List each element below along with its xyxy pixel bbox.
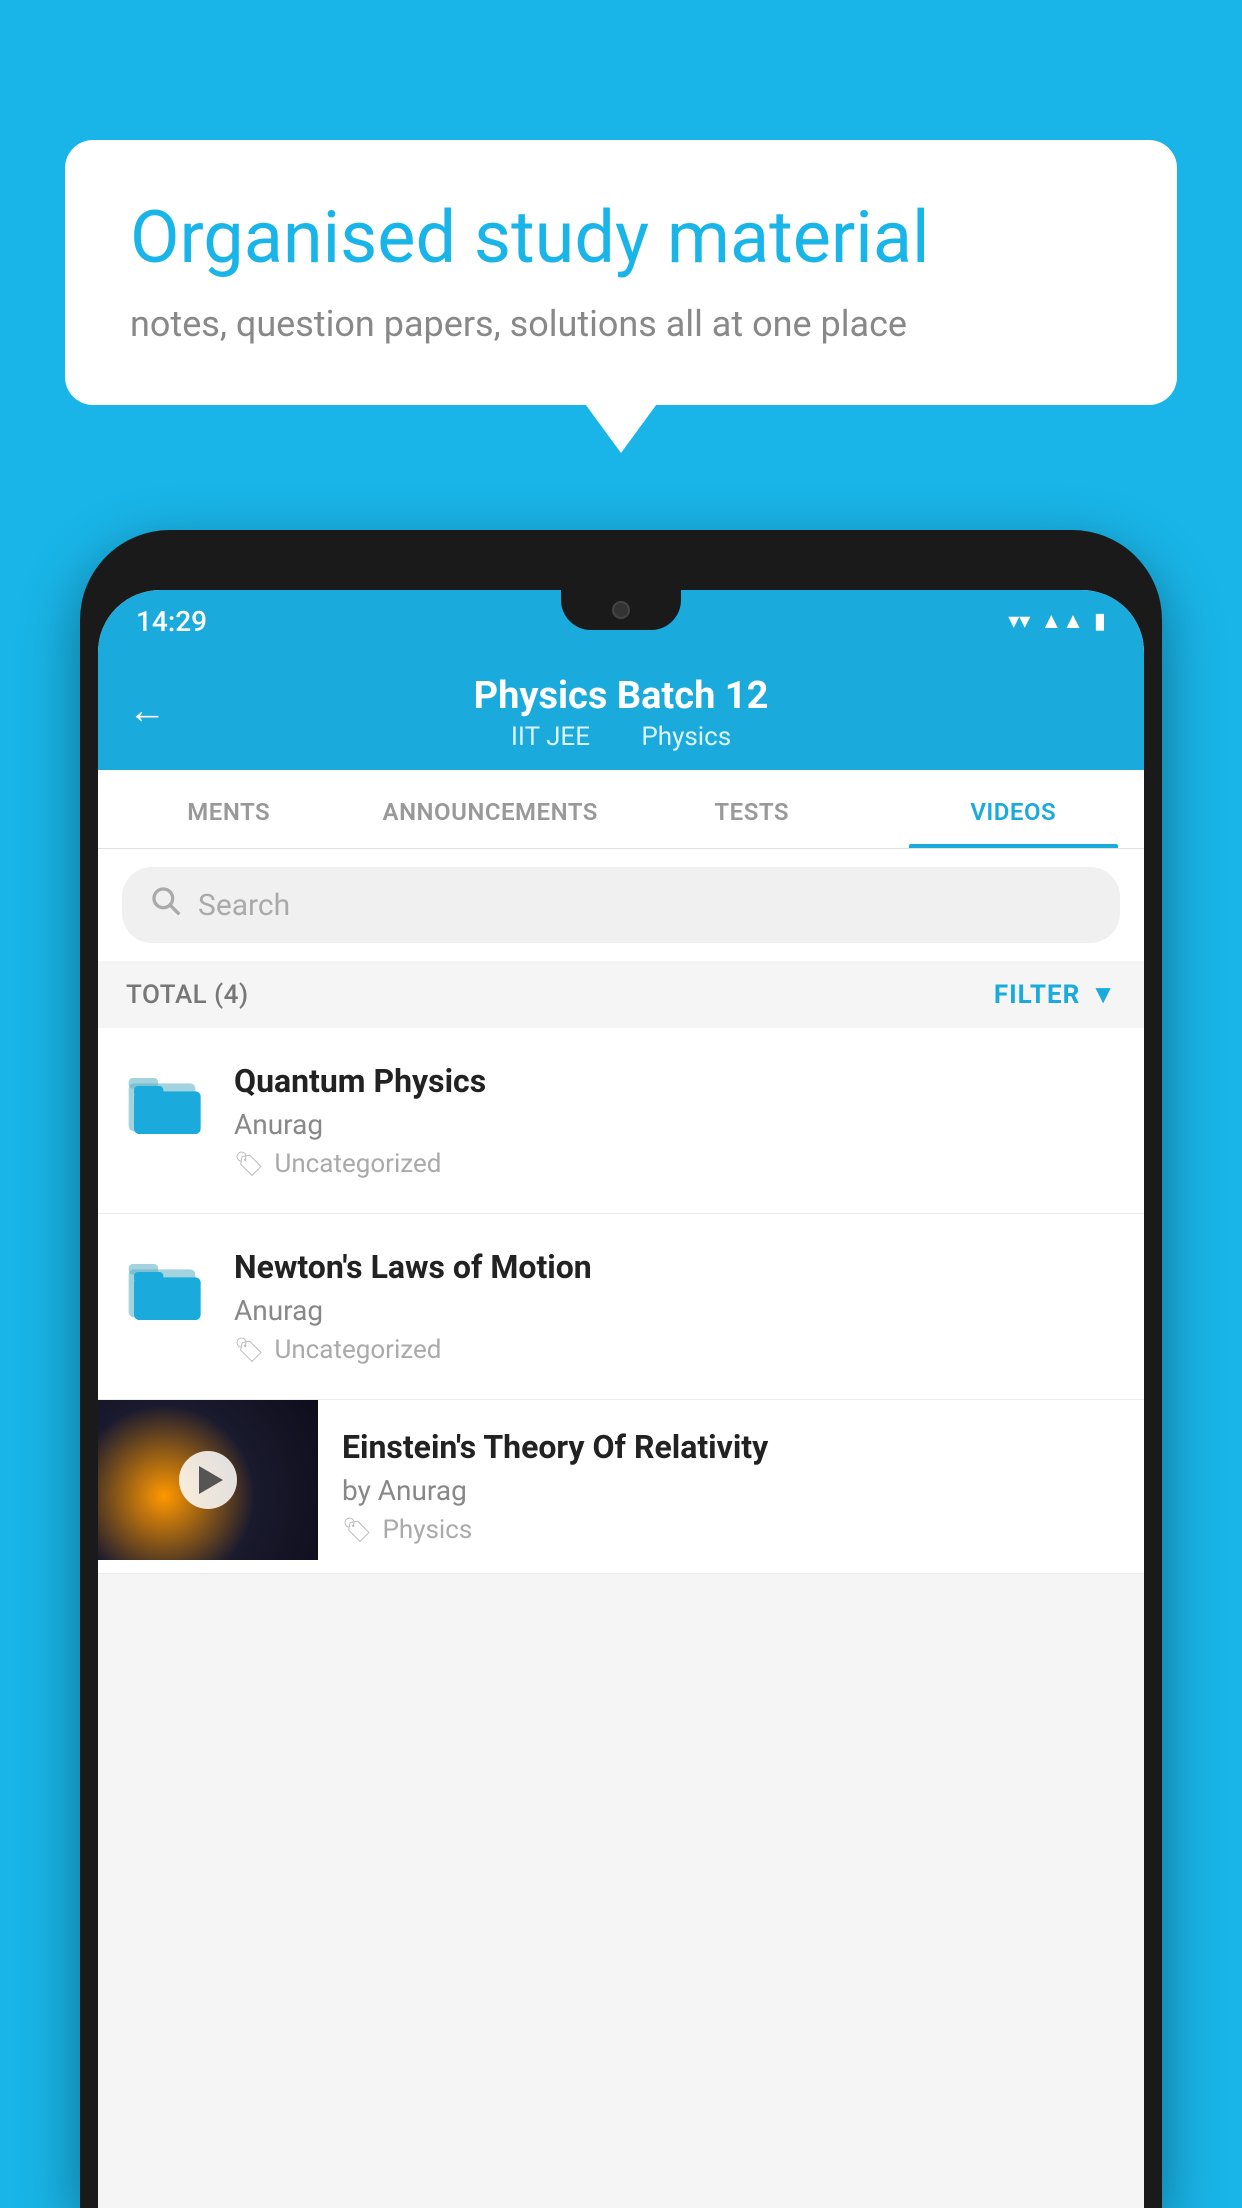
video-list-item[interactable]: Einstein's Theory Of Relativity by Anura… <box>98 1400 1144 1574</box>
tag-icon: 🏷 <box>234 1336 264 1364</box>
tag-icon: 🏷 <box>234 1150 264 1178</box>
bubble-title: Organised study material <box>130 195 1112 281</box>
wifi-icon: ▾▾ <box>1008 609 1030 634</box>
total-count: TOTAL (4) <box>126 980 249 1010</box>
speech-bubble: Organised study material notes, question… <box>65 140 1177 405</box>
status-time: 14:29 <box>136 605 207 638</box>
list-item[interactable]: Quantum Physics Anurag 🏷 Uncategorized <box>98 1028 1144 1214</box>
tab-announcements[interactable]: ANNOUNCEMENTS <box>360 770 622 848</box>
bubble-subtitle: notes, question papers, solutions all at… <box>130 303 1112 345</box>
item-tag: 🏷 Uncategorized <box>234 1149 1116 1179</box>
item-title: Newton's Laws of Motion <box>234 1248 1116 1286</box>
item-content: Newton's Laws of Motion Anurag 🏷 Uncateg… <box>234 1248 1116 1365</box>
item-tag: 🏷 Uncategorized <box>234 1335 1116 1365</box>
folder-icon <box>126 1066 206 1142</box>
tabs-bar: MENTS ANNOUNCEMENTS TESTS VIDEOS <box>98 770 1144 849</box>
phone-frame: 14:29 ▾▾ ▲▲ ▮ ← Physics Batch 12 IIT JEE… <box>80 530 1162 2208</box>
list-item[interactable]: Newton's Laws of Motion Anurag 🏷 Uncateg… <box>98 1214 1144 1400</box>
phone-screen: 14:29 ▾▾ ▲▲ ▮ ← Physics Batch 12 IIT JEE… <box>98 590 1144 2208</box>
tag-label: Uncategorized <box>274 1335 441 1365</box>
tab-videos[interactable]: VIDEOS <box>883 770 1145 848</box>
folder-icon <box>126 1252 206 1328</box>
item-title: Quantum Physics <box>234 1062 1116 1100</box>
back-button[interactable]: ← <box>128 689 166 733</box>
video-tag: 🏷 Physics <box>342 1515 1120 1545</box>
tab-tests[interactable]: TESTS <box>621 770 883 848</box>
battery-icon: ▮ <box>1094 609 1106 634</box>
status-icons: ▾▾ ▲▲ ▮ <box>1008 608 1106 634</box>
tab-ments[interactable]: MENTS <box>98 770 360 848</box>
tag-icon: 🏷 <box>342 1516 372 1544</box>
search-placeholder: Search <box>198 888 290 923</box>
item-content: Quantum Physics Anurag 🏷 Uncategorized <box>234 1062 1116 1179</box>
search-box[interactable]: Search <box>122 867 1120 943</box>
play-button[interactable] <box>179 1451 237 1509</box>
video-thumbnail <box>98 1400 318 1560</box>
header-subtitle-iit: IIT JEE <box>511 722 590 752</box>
app-header: ← Physics Batch 12 IIT JEE Physics <box>98 652 1144 770</box>
phone-notch <box>561 590 681 630</box>
filter-button[interactable]: FILTER ▼ <box>994 979 1116 1010</box>
filter-label: FILTER <box>994 980 1080 1010</box>
video-list: Quantum Physics Anurag 🏷 Uncategorized <box>98 1028 1144 1574</box>
header-subtitle: IIT JEE Physics <box>128 722 1114 752</box>
tag-label: Physics <box>382 1515 472 1545</box>
speech-bubble-section: Organised study material notes, question… <box>65 140 1177 405</box>
header-title: Physics Batch 12 <box>128 674 1114 718</box>
video-title: Einstein's Theory Of Relativity <box>342 1428 1120 1466</box>
filter-bar: TOTAL (4) FILTER ▼ <box>98 961 1144 1028</box>
front-camera <box>612 601 630 619</box>
item-author: Anurag <box>234 1108 1116 1141</box>
search-container: Search <box>98 849 1144 961</box>
video-content: Einstein's Theory Of Relativity by Anura… <box>318 1400 1144 1573</box>
play-icon <box>199 1466 223 1494</box>
signal-icon: ▲▲ <box>1040 608 1084 634</box>
header-subtitle-physics: Physics <box>641 722 731 752</box>
item-author: Anurag <box>234 1294 1116 1327</box>
header-subtitle-separator <box>612 722 625 752</box>
tag-label: Uncategorized <box>274 1149 441 1179</box>
filter-icon: ▼ <box>1090 979 1116 1010</box>
search-icon <box>150 885 182 925</box>
video-author: by Anurag <box>342 1474 1120 1507</box>
